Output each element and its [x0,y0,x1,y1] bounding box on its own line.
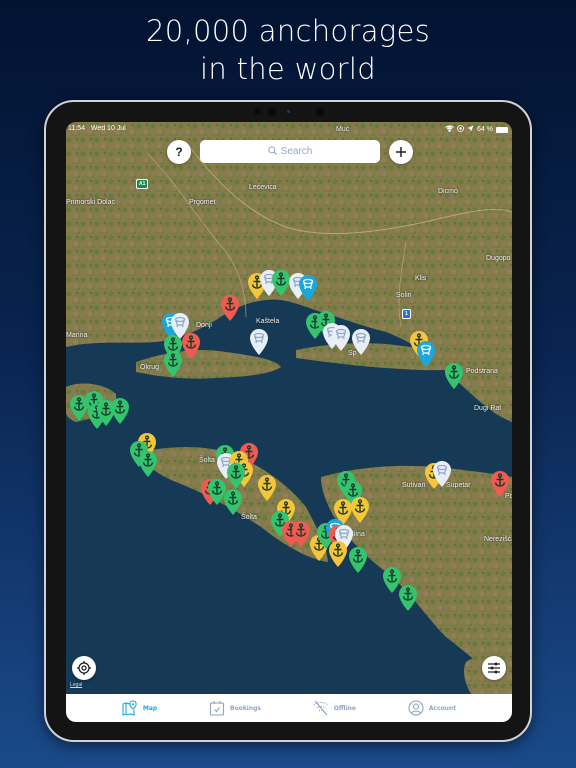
filter-button[interactable] [482,656,506,680]
tab-bookings-label: Bookings [230,704,262,712]
anchorage-pin-green[interactable] [348,546,368,574]
road-badge-r1: 1 [402,309,411,319]
location-arrow-icon [467,125,474,134]
tablet-device-frame: Muć Lećevica Primorski Dolac Prgomet Dicmo Du… [44,100,532,742]
tab-bookings[interactable]: Bookings [209,700,261,716]
headline-line-1: 20,000 anchorages [145,14,431,48]
target-icon [77,661,91,675]
map-label-prgomet: Prgomet [189,199,216,206]
map-label-donji: Donji [196,322,212,329]
anchorage-pin-green[interactable] [138,450,158,478]
anchorage-pin-green[interactable] [163,350,183,378]
road-badge-a1: A1 [136,179,149,189]
camera-lens [287,110,290,113]
map-label-kastela: Kaštela [256,318,280,325]
map-label-podstrana: Podstrana [466,368,498,375]
status-time: 11:54 [68,125,85,132]
anchorage-pin-red[interactable] [490,470,510,498]
sensor-dot [316,108,324,116]
anchorage-pin-red[interactable] [291,520,311,548]
search-icon [267,145,277,158]
anchorage-pin-green[interactable] [110,397,130,425]
help-button[interactable]: ? [167,140,191,164]
tab-map[interactable]: Map [122,700,157,716]
battery-icon [496,126,508,133]
anchorage-pin-white[interactable] [351,328,371,356]
map-label-okrug: Okrug [140,364,160,371]
tab-account-label: Account [428,704,457,712]
satellite-map[interactable] [66,122,512,694]
tab-offline-label: Offline [333,704,356,712]
map-label-solta: Šolta [199,457,215,464]
anchorage-pin-green[interactable] [444,362,464,390]
search-placeholder: Search [280,146,313,157]
sliders-icon [488,662,500,674]
map-label-klis: Klis [415,275,427,282]
anchorage-pin-green[interactable] [223,488,243,516]
anchorage-pin-white[interactable] [331,324,351,352]
anchorage-pin-blue[interactable] [416,340,436,368]
map-label-dugopolje: Dugopo [486,255,511,262]
tab-offline[interactable]: Offline [313,700,356,716]
tab-map-label: Map [142,704,158,712]
camera-bar [46,108,530,118]
anchorage-pin-yellow[interactable] [350,496,370,524]
status-date: Wed 10 Jul [90,125,126,132]
map-pin-icon [122,700,137,716]
user-circle-icon [408,700,424,716]
status-bar: 11:54 Wed 10 Jul 64 % [66,122,512,136]
anchorage-pin-yellow[interactable] [328,540,348,568]
anchorage-pin-white[interactable] [432,460,452,488]
map-label-solin: Solin [396,292,412,299]
anchorage-pin-white[interactable] [249,328,269,356]
help-label: ? [175,145,183,159]
legal-link[interactable]: Legal [70,682,82,688]
map-label-lecevica: Lećevica [249,184,277,191]
sensor-dot [268,108,276,116]
anchorage-pin-yellow[interactable] [257,474,277,502]
calendar-check-icon [209,701,225,716]
anchorage-pin-red[interactable] [181,332,201,360]
anchorage-pin-green[interactable] [398,584,418,612]
battery-percent: 64 % [477,126,493,133]
add-button[interactable] [389,140,413,164]
anchorage-pin-green[interactable] [226,462,246,490]
anchorage-pin-green[interactable] [69,394,89,422]
plus-icon [396,147,406,157]
status-time-date: 11:54 Wed 10 Jul [68,125,126,132]
search-input[interactable]: Search [200,140,380,163]
wifi-icon [445,125,454,134]
headline-line-2: in the world [200,52,376,86]
map-label-primorski-dolac: Primorski Dolac [66,199,116,206]
bottom-tab-bar: Map Bookings Offline Account [66,694,512,722]
anchorage-pin-blue[interactable] [298,274,318,302]
lock-rotation-icon [457,125,464,134]
map-label-dugi-rat: Dugi Rat [474,405,502,412]
headline: 20,000 anchorages in the world [0,12,576,88]
app-screen: Muć Lećevica Primorski Dolac Prgomet Dicmo Du… [66,122,512,722]
tab-account[interactable]: Account [408,700,456,716]
anchorage-pin-red[interactable] [220,294,240,322]
map-label-sutivan: Sutivan [402,482,426,489]
sensor-dot [254,108,261,115]
status-icons: 64 % [445,125,508,134]
locate-me-button[interactable] [72,656,96,680]
map-label-nerezisca: Nerezišća [484,536,512,543]
map-label-dicmo: Dicmo [438,188,458,195]
map-label-solta2: Šolta [241,514,257,521]
wifi-off-icon [313,700,329,716]
map-label-marina: Marina [66,332,88,339]
